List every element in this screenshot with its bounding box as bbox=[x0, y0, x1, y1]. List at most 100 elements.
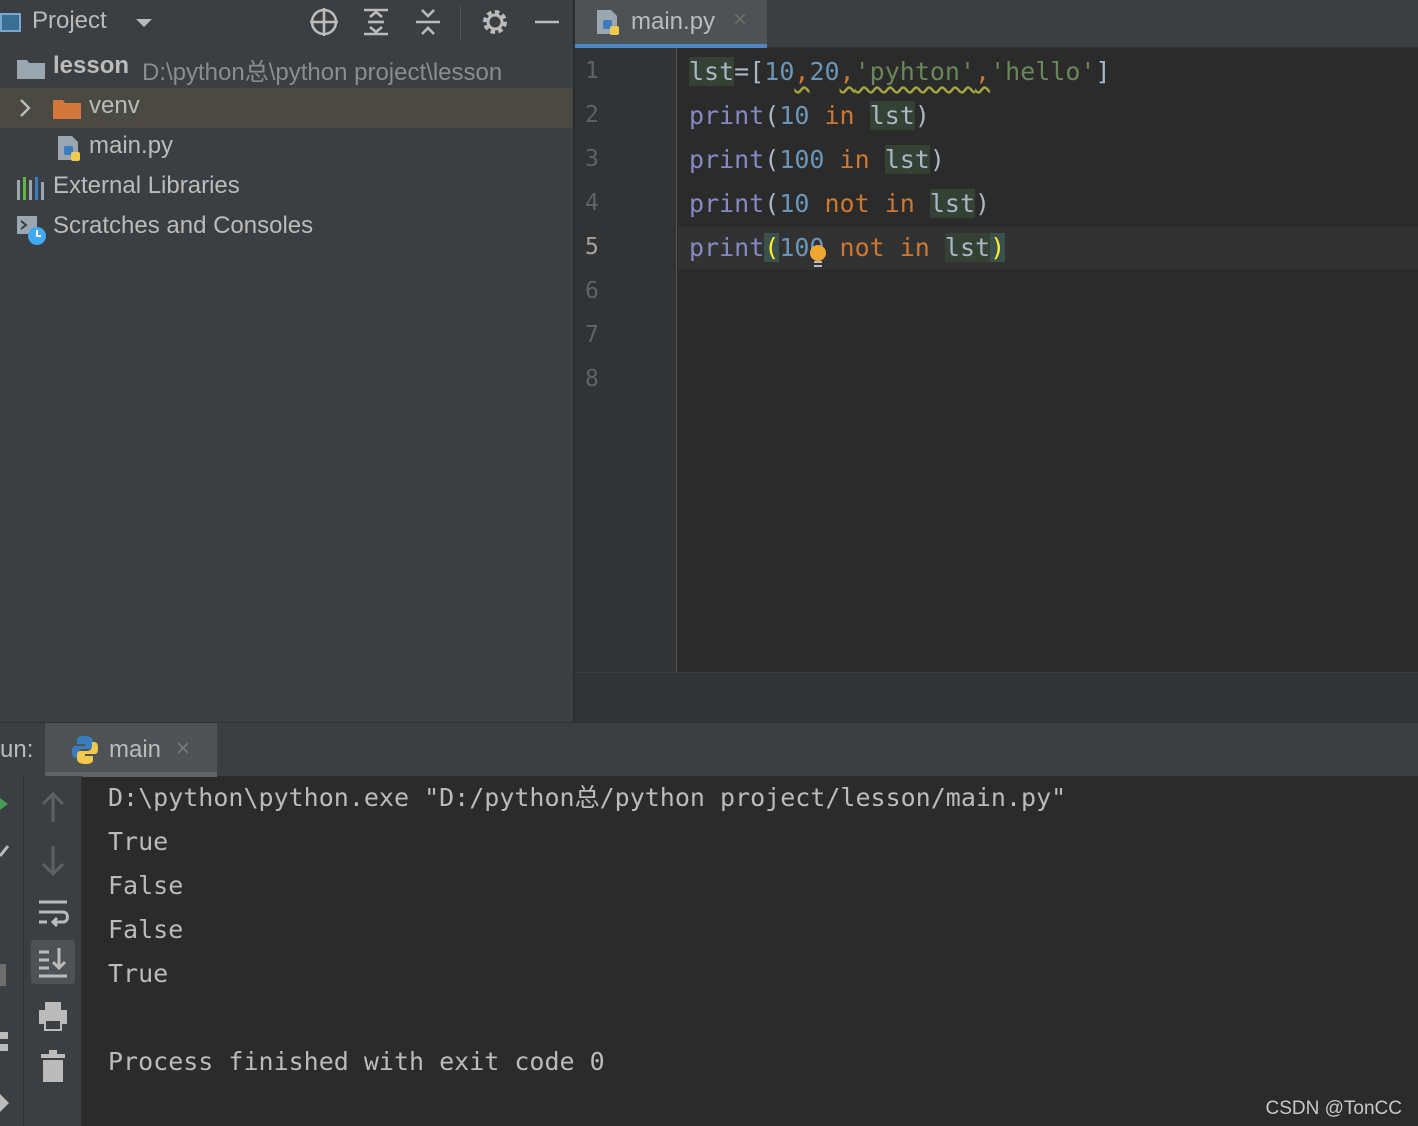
line-number-current: 5 bbox=[585, 234, 599, 260]
tree-item-label: lesson bbox=[53, 52, 130, 79]
close-icon[interactable]: × bbox=[176, 735, 190, 763]
python-icon bbox=[72, 736, 98, 764]
tree-item-main-py[interactable]: main.py bbox=[0, 128, 573, 168]
project-view-icon bbox=[0, 13, 21, 32]
code-token: lst bbox=[869, 101, 915, 130]
line-number: 3 bbox=[585, 146, 599, 172]
code-token: ( bbox=[764, 189, 780, 218]
arrow-up-icon[interactable] bbox=[31, 786, 75, 830]
code-token: not in bbox=[824, 233, 945, 262]
console-line: D:\python\python.exe "D:/python总/python … bbox=[108, 783, 1067, 812]
code-token: ( bbox=[764, 101, 780, 130]
project-path: D:\python总\python project\lesson bbox=[142, 59, 503, 86]
editor-breadcrumb-bar bbox=[575, 672, 1418, 722]
chevron-down-icon[interactable] bbox=[134, 16, 154, 30]
console-line: False bbox=[108, 871, 184, 900]
console-line: Process finished with exit code 0 bbox=[108, 1047, 605, 1076]
folder-icon bbox=[17, 60, 45, 79]
tree-item-label: main.py bbox=[89, 132, 174, 159]
line-number: 4 bbox=[585, 190, 599, 216]
pin-icon[interactable] bbox=[0, 1092, 10, 1114]
code-line-1: lst=[10,20,'pyhton','hello'] bbox=[689, 50, 1111, 94]
gear-icon[interactable] bbox=[479, 6, 511, 38]
chevron-right-icon[interactable] bbox=[18, 98, 32, 118]
code-token: ) bbox=[929, 145, 945, 174]
console-toolbar bbox=[24, 776, 82, 1126]
soft-wrap-icon[interactable] bbox=[31, 890, 75, 934]
editor-tab-bar: main.py × bbox=[575, 0, 1418, 48]
run-tool-window: un: main × D:\python\python.exe "D:/pyth… bbox=[0, 722, 1418, 1126]
line-number: 8 bbox=[585, 366, 599, 392]
tree-item-lesson[interactable]: lesson D:\python总\python project\lesson bbox=[0, 48, 573, 88]
code-token: lst bbox=[929, 189, 976, 218]
code-token: not in bbox=[809, 189, 930, 218]
line-number: 1 bbox=[585, 58, 599, 84]
code-token: ] bbox=[1095, 57, 1111, 86]
code-token: , bbox=[975, 57, 991, 86]
project-tool-window: Project lesson D:\python总\python project… bbox=[0, 0, 573, 722]
tree-item-scratches[interactable]: Scratches and Consoles bbox=[0, 208, 573, 248]
library-icon bbox=[17, 177, 44, 200]
line-number: 2 bbox=[585, 102, 599, 128]
tree-item-venv[interactable]: venv bbox=[0, 88, 573, 128]
minimize-icon[interactable] bbox=[531, 6, 563, 38]
project-title[interactable]: Project bbox=[32, 7, 107, 35]
run-label: un: bbox=[0, 736, 34, 763]
console-line: False bbox=[108, 915, 184, 944]
scroll-to-end-icon bbox=[39, 948, 67, 978]
folder-icon bbox=[53, 100, 81, 119]
console-line: True bbox=[108, 959, 169, 988]
code-line-4: print(10 not in lst) bbox=[689, 182, 990, 226]
code-token: , bbox=[794, 57, 810, 86]
code-token: lst bbox=[884, 145, 930, 174]
tab-main-py[interactable]: main.py × bbox=[575, 0, 767, 48]
code-token: ( bbox=[764, 145, 780, 174]
arrow-down-icon[interactable] bbox=[31, 838, 75, 882]
code-token: 10 bbox=[779, 189, 810, 218]
expand-all-icon[interactable] bbox=[360, 6, 392, 38]
stop-icon[interactable] bbox=[0, 964, 8, 986]
collapse-all-icon[interactable] bbox=[412, 6, 444, 38]
scroll-to-end-button[interactable] bbox=[31, 940, 75, 984]
tab-label: main.py bbox=[631, 8, 716, 35]
trash-icon[interactable] bbox=[31, 1044, 75, 1088]
code-token: in bbox=[824, 145, 885, 174]
lightbulb-icon[interactable] bbox=[808, 244, 828, 270]
code-area[interactable]: lst=[10,20,'pyhton','hello'] print(10 in… bbox=[678, 48, 1418, 672]
line-number: 7 bbox=[585, 322, 599, 348]
run-actions-strip bbox=[0, 776, 24, 1126]
scratches-icon bbox=[17, 216, 46, 245]
code-token: print bbox=[689, 101, 765, 130]
run-tab-label: main bbox=[109, 736, 162, 763]
code-token: 10 bbox=[779, 101, 810, 130]
editor: main.py × 1 2 3 4 5 6 7 8 lst=[10,20,'py… bbox=[575, 0, 1418, 722]
project-header: Project bbox=[0, 0, 573, 48]
code-line-5: print(100 not in lst) bbox=[689, 226, 1006, 270]
modify-run-icon[interactable] bbox=[0, 842, 12, 860]
code-token: =[ bbox=[734, 57, 765, 86]
rerun-icon[interactable] bbox=[0, 796, 10, 812]
layout-icon[interactable] bbox=[0, 1032, 10, 1054]
python-file-icon bbox=[597, 10, 619, 35]
code-token: print bbox=[689, 233, 765, 262]
code-line-2: print(10 in lst) bbox=[689, 94, 930, 138]
code-token: ) bbox=[914, 101, 930, 130]
code-token: print bbox=[689, 145, 765, 174]
print-icon[interactable] bbox=[31, 994, 75, 1038]
close-icon[interactable]: × bbox=[733, 6, 747, 34]
code-token: in bbox=[809, 101, 870, 130]
code-token: 'hello' bbox=[990, 57, 1096, 86]
code-token: ( bbox=[764, 233, 780, 262]
code-token: , bbox=[839, 57, 855, 86]
tree-item-external-libraries[interactable]: External Libraries bbox=[0, 168, 573, 208]
code-token: p bbox=[689, 189, 705, 218]
code-token: ) bbox=[975, 189, 991, 218]
locate-icon[interactable] bbox=[308, 6, 340, 38]
python-file-icon bbox=[58, 136, 80, 161]
line-number-gutter: 1 2 3 4 5 6 7 8 bbox=[575, 48, 677, 672]
watermark: CSDN @TonCC bbox=[1265, 1098, 1402, 1119]
code-token: ) bbox=[990, 233, 1006, 262]
run-tab-main[interactable]: main × bbox=[45, 723, 217, 777]
code-token: 'pyhton' bbox=[854, 57, 976, 86]
code-token: lst bbox=[689, 57, 735, 86]
